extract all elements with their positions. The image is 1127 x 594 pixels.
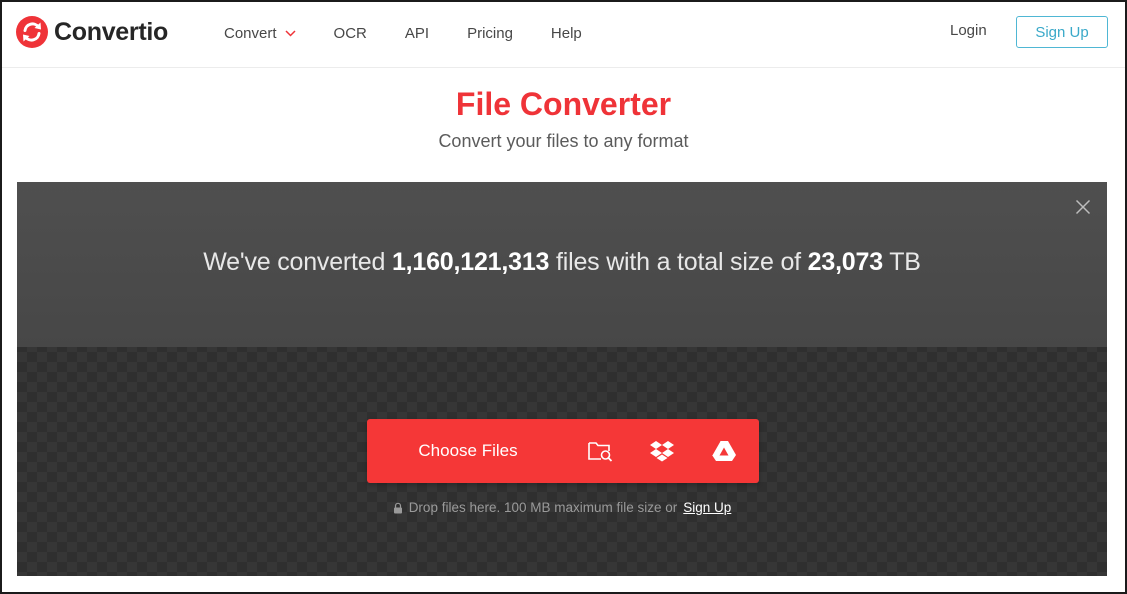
upload-bar: Choose Files xyxy=(367,419,759,483)
files-count: 1,160,121,313 xyxy=(391,248,550,276)
from-dropbox-button[interactable] xyxy=(631,419,693,483)
drop-note-text: Drop files here. 100 MB maximum file siz… xyxy=(408,500,678,515)
nav-item-pricing[interactable]: Pricing xyxy=(467,22,513,44)
sign-up-link[interactable]: Sign Up xyxy=(683,500,731,515)
stats-banner: We've converted 1,160,121,313 files with… xyxy=(17,182,1107,347)
folder-search-icon xyxy=(588,442,613,462)
nav-item-ocr[interactable]: OCR xyxy=(334,22,367,44)
nav-item-label: API xyxy=(404,24,430,42)
conversion-stats: We've converted 1,160,121,313 files with… xyxy=(17,248,1107,277)
nav-item-label: Convert xyxy=(224,24,277,42)
chevron-down-icon xyxy=(285,29,296,37)
nav-item-label: OCR xyxy=(333,24,367,42)
nav-item-convert[interactable]: Convert xyxy=(224,22,296,44)
from-google-drive-button[interactable] xyxy=(693,419,755,483)
converter-panel[interactable]: We've converted 1,160,121,313 files with… xyxy=(17,182,1107,576)
logo[interactable]: Convertio xyxy=(16,14,168,50)
convertio-logo-icon xyxy=(16,16,48,48)
drop-hint: Drop files here. 100 MB maximum file siz… xyxy=(17,500,1107,515)
google-drive-icon xyxy=(711,440,736,462)
lock-icon xyxy=(393,502,402,513)
dropbox-icon xyxy=(650,441,674,462)
nav-item-help[interactable]: Help xyxy=(551,22,582,44)
site-header: Convertio Convert OCR API Pricing Help L xyxy=(2,2,1125,68)
total-size: 23,073 xyxy=(807,248,883,276)
page-subtitle: Convert your files to any format xyxy=(438,131,689,151)
size-unit: TB xyxy=(889,248,921,276)
page-title: File Converter xyxy=(455,86,672,122)
browser-viewport: Convertio Convert OCR API Pricing Help L xyxy=(0,0,1127,594)
main-nav: Convert OCR API Pricing Help xyxy=(224,22,620,44)
sign-up-button[interactable]: Sign Up xyxy=(1016,16,1108,48)
stats-middle: files with a total size of xyxy=(555,248,801,276)
nav-item-api[interactable]: API xyxy=(405,22,429,44)
stats-prefix: We've converted xyxy=(203,248,386,276)
nav-item-label: Pricing xyxy=(467,24,513,42)
login-link[interactable]: Login xyxy=(950,22,987,39)
choose-files-button[interactable]: Choose Files xyxy=(367,441,569,461)
nav-item-label: Help xyxy=(550,24,582,42)
brand-name: Convertio xyxy=(54,17,168,46)
from-computer-button[interactable] xyxy=(569,419,631,483)
close-icon[interactable] xyxy=(1075,199,1091,215)
